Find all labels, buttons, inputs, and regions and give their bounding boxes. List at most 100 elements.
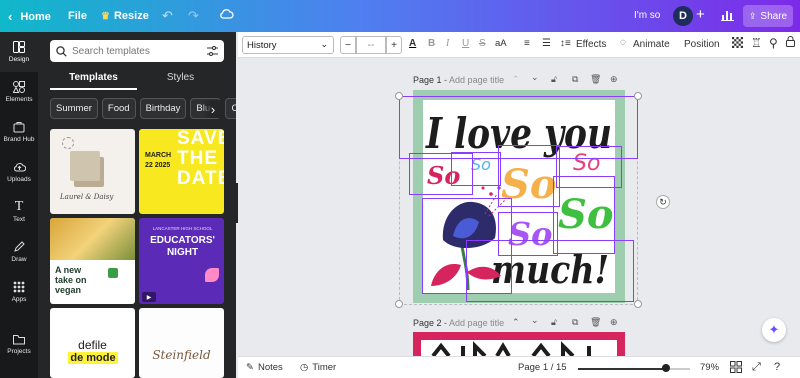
page-indicator[interactable]: Page 1 / 15 xyxy=(518,362,567,373)
help-icon[interactable]: ? xyxy=(774,361,780,373)
paint-roller-icon[interactable]: ♖ xyxy=(751,36,762,50)
nav-uploads[interactable]: Uploads xyxy=(0,152,38,192)
chip-birthday[interactable]: Birthday xyxy=(139,98,187,119)
zoom-slider[interactable] xyxy=(578,364,690,372)
magic-assistant-button[interactable]: ✦ xyxy=(762,318,786,342)
page2-header: Page 2 - Add page title ⌃ ⌄ 🔓︎ ⧉ 🗑︎ ⊕ xyxy=(413,315,618,328)
template-card-laurel-daisy[interactable]: Laurel & Daisy xyxy=(50,129,135,214)
resize-handle-br[interactable] xyxy=(634,300,642,308)
chevron-up-icon[interactable]: ⌃ xyxy=(512,74,520,85)
italic-icon[interactable]: I xyxy=(446,38,449,49)
letter-case-icon[interactable]: aA xyxy=(495,38,507,49)
file-menu-button[interactable]: File xyxy=(68,10,87,22)
text-color-icon[interactable]: A xyxy=(409,38,416,49)
filter-icon[interactable] xyxy=(207,46,218,56)
link-icon[interactable]: ⚲ xyxy=(769,36,778,50)
timer-button[interactable]: ◷ Timer xyxy=(300,362,336,373)
bold-icon[interactable]: B xyxy=(428,38,435,49)
font-size-increase[interactable]: + xyxy=(386,36,402,54)
tab-templates[interactable]: Templates xyxy=(50,70,137,90)
duplicate-page-icon[interactable]: ⧉ xyxy=(572,74,578,85)
grid-view-icon[interactable] xyxy=(730,361,742,373)
chip-co[interactable]: Co xyxy=(225,98,236,119)
selection-box-line3 xyxy=(466,240,634,302)
avatar-initial: D xyxy=(679,10,687,22)
position-button[interactable]: Position xyxy=(684,39,720,50)
template-4-title2: NIGHT xyxy=(166,247,199,258)
page-2[interactable] xyxy=(413,332,625,356)
chevron-down-icon[interactable]: ⌄ xyxy=(531,315,539,326)
transparency-icon[interactable] xyxy=(732,37,743,51)
animate-icon: ◌ xyxy=(620,37,626,48)
apps-icon xyxy=(13,281,25,293)
nav-projects[interactable]: Projects xyxy=(0,324,38,364)
template-4-title1: EDUCATORS' xyxy=(150,235,215,246)
add-page-icon[interactable]: ⊕ xyxy=(610,317,618,328)
template-card-save-the-date[interactable]: MARCH 22 2025 SAVE THE DATE xyxy=(139,129,224,214)
design-icon xyxy=(13,41,25,53)
nav-apps[interactable]: Apps xyxy=(0,272,38,312)
resize-handle-tl[interactable] xyxy=(395,92,403,100)
delete-page-icon[interactable]: 🗑︎ xyxy=(590,317,601,328)
notes-button[interactable]: ✎ Notes xyxy=(246,362,283,373)
avatar[interactable]: D xyxy=(673,6,693,26)
chevron-down-icon[interactable]: ⌄ xyxy=(531,72,539,83)
top-bar: ‹ Home File ♛ Resize ↶ ↷ I'm so D + ⇪ Sh… xyxy=(0,0,800,32)
zoom-level[interactable]: 79% xyxy=(700,362,719,373)
list-icon[interactable]: ☰ xyxy=(542,38,551,49)
crown-icon: ♛ xyxy=(101,10,110,22)
font-select[interactable]: History ⌄ xyxy=(242,36,334,54)
home-label: Home xyxy=(20,10,51,23)
nav-draw[interactable]: Draw xyxy=(0,232,38,272)
home-button[interactable]: ‹ Home xyxy=(8,9,51,24)
nav-text[interactable]: T Text xyxy=(0,192,38,232)
spacing-icon[interactable]: ↕≡ xyxy=(560,38,571,49)
undo-icon[interactable]: ↶ xyxy=(162,8,173,24)
soap-image xyxy=(70,151,100,181)
chip-summer[interactable]: Summer xyxy=(50,98,98,119)
page1-title-input[interactable]: Add page title xyxy=(449,75,504,85)
lock-page-icon[interactable]: 🔓︎ xyxy=(551,74,557,85)
add-page-icon[interactable]: ⊕ xyxy=(610,74,618,85)
resize-button[interactable]: ♛ Resize xyxy=(101,10,149,22)
chips-next-button[interactable]: › xyxy=(202,100,224,118)
resize-handle-bl[interactable] xyxy=(395,300,403,308)
search-input[interactable] xyxy=(72,45,202,57)
font-size-input[interactable]: -- xyxy=(356,36,386,54)
page2-title-input[interactable]: Add page title xyxy=(449,318,504,328)
redo-icon[interactable]: ↷ xyxy=(188,8,199,24)
delete-page-icon[interactable]: 🗑︎ xyxy=(590,74,601,85)
fullscreen-icon[interactable]: ⤢ xyxy=(752,361,761,374)
elements-icon xyxy=(13,81,25,93)
chevron-up-icon[interactable]: ⌃ xyxy=(512,317,520,328)
project-name[interactable]: I'm so xyxy=(634,10,660,21)
analytics-icon[interactable] xyxy=(721,9,734,24)
rotate-handle[interactable]: ↻ xyxy=(656,195,670,209)
green-badge xyxy=(108,268,118,278)
resize-handle-tr[interactable] xyxy=(634,92,642,100)
align-center-icon[interactable]: ≡ xyxy=(524,38,530,49)
template-card-steinfield[interactable]: Steinfield xyxy=(139,308,224,378)
strikethrough-icon[interactable]: S xyxy=(479,38,486,49)
font-size-decrease[interactable]: − xyxy=(340,36,356,54)
chip-food[interactable]: Food xyxy=(101,98,136,119)
share-button[interactable]: ⇪ Share xyxy=(743,5,793,27)
timer-icon: ◷ xyxy=(300,362,309,373)
animate-button[interactable]: Animate xyxy=(633,39,670,50)
nav-elements[interactable]: Elements xyxy=(0,72,38,112)
lock-icon[interactable] xyxy=(786,36,795,50)
editor-toolbar: History ⌄ − -- + A B I U S aA ≡ ☰ ↕≡ Eff… xyxy=(238,32,800,58)
effects-button[interactable]: Effects xyxy=(576,39,606,50)
duplicate-page-icon[interactable]: ⧉ xyxy=(572,317,578,328)
nav-brand-hub[interactable]: Brand Hub xyxy=(0,112,38,152)
nav-design[interactable]: Design xyxy=(0,32,38,72)
template-card-defile-de-mode[interactable]: defile de mode xyxy=(50,308,135,378)
template-card-educators-night[interactable]: LANCASTER HIGH SCHOOL EDUCATORS' NIGHT ▶ xyxy=(139,218,224,304)
cloud-save-icon[interactable] xyxy=(219,8,234,23)
tab-styles[interactable]: Styles xyxy=(137,70,224,90)
zoom-slider-knob[interactable] xyxy=(662,364,671,372)
lock-page-icon[interactable]: 🔓︎ xyxy=(551,317,557,328)
underline-icon[interactable]: U xyxy=(462,38,469,49)
add-collaborator-icon[interactable]: + xyxy=(696,6,705,23)
template-card-vegan[interactable]: A new take on vegan xyxy=(50,218,135,304)
